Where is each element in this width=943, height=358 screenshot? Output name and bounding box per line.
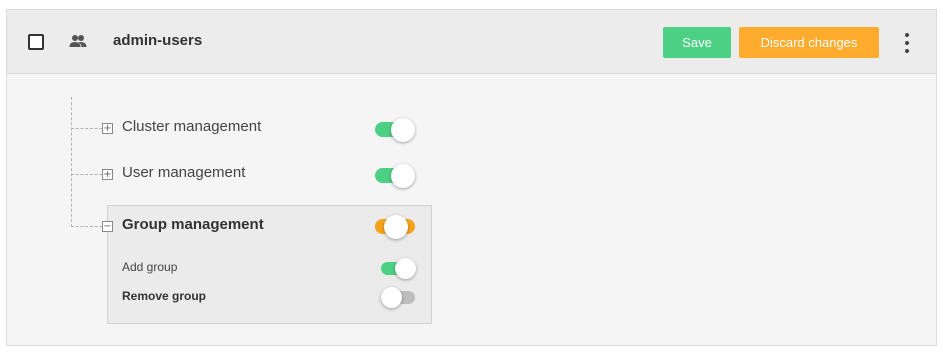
permission-label-add-group: Add group [122,260,178,274]
permission-label-user-management: User management [122,164,246,181]
select-role-checkbox[interactable] [28,34,44,50]
group-management-toggle[interactable] [375,215,417,239]
expand-icon[interactable]: + [102,123,113,134]
role-panel: admin-users Save Discard changes + Clust… [6,9,937,346]
permission-label-cluster-management: Cluster management [122,118,262,135]
remove-group-toggle[interactable] [381,287,417,308]
tree-connector [71,97,72,227]
discard-changes-button[interactable]: Discard changes [739,27,879,58]
cluster-management-toggle[interactable] [375,118,417,142]
add-group-toggle[interactable] [381,258,417,279]
collapse-icon[interactable]: − [102,221,113,232]
permission-label-remove-group: Remove group [122,289,207,303]
expand-icon[interactable]: + [102,169,113,180]
role-header: admin-users Save Discard changes [7,10,936,74]
users-icon [69,35,87,47]
user-management-toggle[interactable] [375,164,417,188]
more-options-icon[interactable] [897,29,917,57]
role-name: admin-users [113,32,203,49]
save-button[interactable]: Save [663,27,731,58]
permission-label-group-management: Group management [122,216,264,233]
